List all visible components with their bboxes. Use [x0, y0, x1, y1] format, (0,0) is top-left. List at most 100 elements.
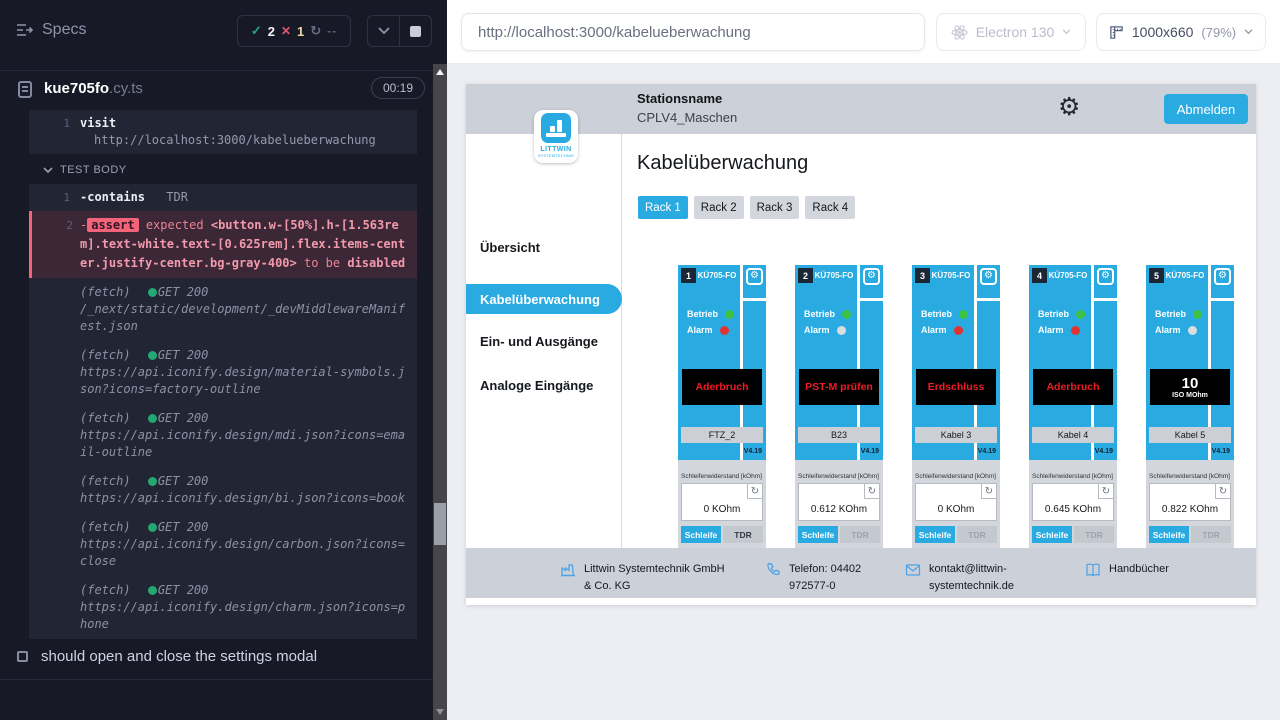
- refresh-button[interactable]: ↻: [864, 484, 879, 499]
- fetch-log-row[interactable]: (fetch) GET 200 https://api.iconify.desi…: [29, 341, 417, 404]
- resistance-value: 0.612 KOhm: [799, 504, 879, 515]
- schleife-button[interactable]: Schleife: [798, 526, 838, 543]
- fetch-log-row[interactable]: (fetch) GET 200 https://api.iconify.desi…: [29, 404, 417, 467]
- command-row-contains[interactable]: 1 -contains TDR: [29, 184, 417, 211]
- fetch-log-row[interactable]: (fetch) GET 200 https://api.iconify.desi…: [29, 576, 417, 639]
- phone-number: Telefon: 04402 972577-0: [789, 561, 897, 594]
- command-row-visit[interactable]: 1 visit http://localhost:3000/kabelueber…: [29, 110, 417, 154]
- station-name-label: Stationsname: [637, 91, 722, 106]
- firmware-version: V4.19: [1095, 448, 1113, 455]
- sidebar-expand-icon: [16, 23, 33, 37]
- tdr-button[interactable]: TDR: [1074, 526, 1114, 543]
- fetch-status: GET 200: [158, 583, 209, 597]
- specs-menu-button[interactable]: Specs: [16, 21, 86, 39]
- spec-name-base: kue705fo: [44, 80, 109, 97]
- card-settings-button[interactable]: ⚙: [980, 268, 997, 285]
- sidebar-item-analoge-eingaenge[interactable]: Analoge Eingänge: [480, 378, 593, 393]
- command-row-assert-failed[interactable]: 2-assert expected <button.w-[50%].h-[1.5…: [29, 211, 417, 278]
- sidebar-item-uebersicht[interactable]: Übersicht: [480, 240, 540, 255]
- schleife-button[interactable]: Schleife: [681, 526, 721, 543]
- alarm-message: Aderbruch: [695, 381, 748, 393]
- alarm-message: Erdschluss: [928, 381, 985, 393]
- company-name: Littwin Systemtechnik GmbH & Co. KG: [584, 561, 732, 594]
- schleife-button[interactable]: Schleife: [1149, 526, 1189, 543]
- firmware-version: V4.19: [1212, 448, 1230, 455]
- fetch-log-row[interactable]: (fetch) GET 200 https://api.iconify.desi…: [29, 467, 417, 513]
- fetch-log-row[interactable]: (fetch) GET 200 /_next/static/developmen…: [29, 278, 417, 341]
- card-settings-button[interactable]: ⚙: [1097, 268, 1114, 285]
- chevron-down-icon: [378, 27, 390, 35]
- card-settings-button[interactable]: ⚙: [863, 268, 880, 285]
- iso-display: 10 ISO MOhm: [1150, 369, 1230, 405]
- browser-selector[interactable]: Electron 130: [936, 13, 1086, 51]
- app-sidebar: Übersicht Kabelüberwachung Ein- und Ausg…: [466, 134, 622, 548]
- ruler-icon: [1109, 25, 1124, 40]
- command-arg: TDR: [166, 190, 188, 204]
- command-number: 1: [0, 189, 70, 206]
- tab-rack-2[interactable]: Rack 2: [694, 196, 744, 219]
- tdr-button[interactable]: TDR: [957, 526, 997, 543]
- collapse-tests-button[interactable]: [368, 16, 399, 46]
- alarm-led: [1071, 326, 1080, 335]
- gear-icon: ⚙: [867, 270, 876, 281]
- fetch-url: https://api.iconify.design/material-symb…: [80, 364, 407, 398]
- viewport-zoom: (79%): [1201, 25, 1236, 40]
- alarm-message: Aderbruch: [1046, 381, 1099, 393]
- url-input[interactable]: [461, 13, 925, 51]
- email-icon: [905, 562, 921, 578]
- divider: [0, 679, 433, 680]
- refresh-icon: ↻: [868, 486, 876, 497]
- tab-rack-1[interactable]: Rack 1: [638, 196, 688, 219]
- footer-email[interactable]: kontakt@littwin-systemtechnik.de: [905, 561, 1057, 594]
- spec-name: kue705fo.cy.ts: [44, 80, 143, 97]
- refresh-button[interactable]: ↻: [1215, 484, 1230, 499]
- refresh-icon: ↻: [1102, 486, 1110, 497]
- sidebar-item-ein-und-ausgaenge[interactable]: Ein- und Ausgänge: [480, 334, 598, 349]
- pending-icon: ↻: [310, 24, 321, 39]
- reporter-scrollbar[interactable]: [433, 64, 447, 720]
- betrieb-led: [725, 310, 734, 319]
- card-settings-button[interactable]: ⚙: [746, 268, 763, 285]
- footer-manuals-link[interactable]: Handbücher: [1085, 561, 1169, 578]
- logout-button[interactable]: Abmelden: [1164, 94, 1248, 124]
- pending-test-row[interactable]: should open and close the settings modal: [17, 648, 317, 665]
- settings-button[interactable]: ⚙: [1058, 92, 1080, 121]
- spec-header[interactable]: kue705fo.cy.ts 00:19: [0, 77, 433, 107]
- tdr-button[interactable]: TDR: [1191, 526, 1231, 543]
- card-settings-button[interactable]: ⚙: [1214, 268, 1231, 285]
- cypress-reporter-panel: Specs ✓ 2 ✕ 1 ↻ -- kue705fo.cy.ts 00:19: [0, 0, 447, 720]
- stop-run-button[interactable]: [399, 16, 431, 46]
- cable-name: FTZ_2: [681, 427, 763, 443]
- tdr-button[interactable]: TDR: [723, 526, 763, 543]
- refresh-button[interactable]: ↻: [747, 484, 762, 499]
- alarm-display: Aderbruch: [1033, 369, 1113, 405]
- tdr-button[interactable]: TDR: [840, 526, 880, 543]
- refresh-button[interactable]: ↻: [981, 484, 996, 499]
- spec-name-ext: .cy.ts: [109, 80, 143, 97]
- command-name: -contains: [80, 190, 145, 204]
- resistance-label: Schleifenwiderstand [kOhm]: [1032, 473, 1113, 480]
- tab-rack-3[interactable]: Rack 3: [750, 196, 800, 219]
- device-model: KÜ705-FO: [1045, 271, 1091, 280]
- test-body-section[interactable]: TEST BODY: [43, 164, 417, 176]
- logo-name: LITTWIN: [540, 146, 571, 153]
- scroll-up-arrow-icon[interactable]: [436, 69, 444, 75]
- resistance-value: 0.822 KOhm: [1150, 504, 1230, 515]
- schleife-button[interactable]: Schleife: [1032, 526, 1072, 543]
- schleife-button[interactable]: Schleife: [915, 526, 955, 543]
- scrollbar-thumb[interactable]: [434, 503, 446, 545]
- viewport-selector[interactable]: 1000x660 (79%): [1096, 13, 1266, 51]
- resistance-value-box: ↻ 0.822 KOhm: [1149, 483, 1231, 521]
- tab-rack-4[interactable]: Rack 4: [805, 196, 855, 219]
- device-model: KÜ705-FO: [811, 271, 857, 280]
- betrieb-led: [959, 310, 968, 319]
- refresh-button[interactable]: ↻: [1098, 484, 1113, 499]
- run-controls: [367, 15, 432, 47]
- pending-test-icon: [17, 651, 28, 662]
- fetch-log-row[interactable]: (fetch) GET 200 https://api.iconify.desi…: [29, 513, 417, 576]
- sidebar-item-kabelueberwachung[interactable]: Kabelüberwachung: [466, 284, 622, 314]
- firmware-version: V4.19: [978, 448, 996, 455]
- stop-icon: [410, 26, 421, 37]
- scroll-down-arrow-icon[interactable]: [436, 709, 444, 715]
- alarm-display: Aderbruch: [682, 369, 762, 405]
